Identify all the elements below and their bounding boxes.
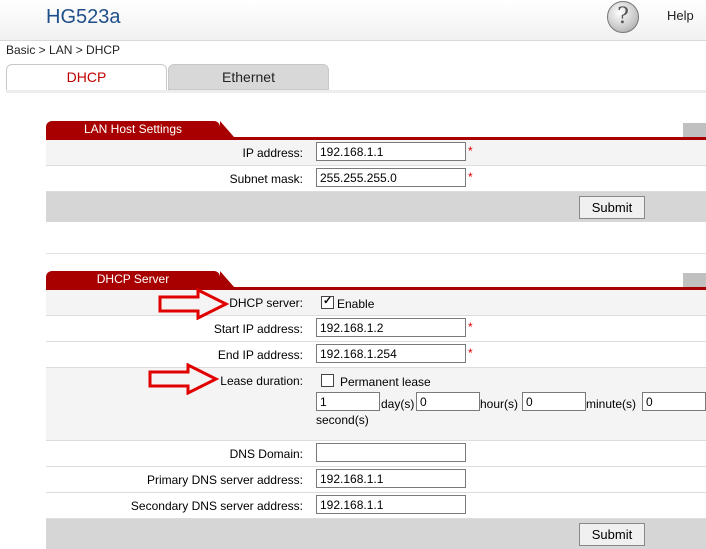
- seconds-input[interactable]: 0: [642, 392, 706, 411]
- section-title: LAN Host Settings: [46, 121, 234, 137]
- primary-dns-row: Primary DNS server address: 192.168.1.1: [46, 467, 706, 493]
- lan-submit-button[interactable]: Submit: [579, 196, 645, 219]
- hours-input[interactable]: 0: [416, 392, 480, 411]
- dns-domain-row: DNS Domain:: [46, 441, 706, 467]
- dns-domain-label: DNS Domain:: [229, 447, 303, 461]
- secondary-dns-input[interactable]: 192.168.1.1: [316, 495, 466, 514]
- annotation-arrow-icon: [148, 363, 220, 395]
- minutes-unit: minute(s): [586, 397, 637, 411]
- required-mark: *: [468, 144, 473, 158]
- primary-dns-label: Primary DNS server address:: [146, 473, 303, 487]
- help-link[interactable]: Help: [667, 8, 694, 23]
- ip-address-row: IP address: 192.168.1.1 *: [46, 140, 706, 166]
- required-mark: *: [468, 320, 473, 334]
- end-ip-label: End IP address:: [217, 348, 303, 362]
- tab-divider: [6, 90, 706, 93]
- days-unit: day(s): [381, 397, 415, 411]
- divider: [46, 253, 706, 254]
- ip-address-label: IP address:: [242, 146, 303, 160]
- primary-dns-input[interactable]: 192.168.1.1: [316, 469, 466, 488]
- end-ip-input[interactable]: 192.168.1.254: [316, 344, 466, 363]
- dhcp-server-section: DHCP Server DHCP server: Enable Start IP…: [46, 271, 706, 549]
- secondary-dns-row: Secondary DNS server address: 192.168.1.…: [46, 493, 706, 519]
- brand-title: HG523a: [46, 6, 121, 28]
- section-corner: [683, 123, 706, 137]
- seconds-unit: second(s): [316, 413, 369, 427]
- required-mark: *: [468, 346, 473, 360]
- required-mark: *: [468, 170, 473, 184]
- permanent-lease-checkbox[interactable]: [321, 374, 334, 387]
- lan-host-settings-section: LAN Host Settings IP address: 192.168.1.…: [46, 121, 706, 222]
- end-ip-row: End IP address: 192.168.1.254 *: [46, 342, 706, 368]
- enable-checkbox[interactable]: [321, 294, 334, 309]
- hours-unit: hour(s): [480, 397, 519, 411]
- annotation-arrow-icon: [158, 288, 230, 320]
- section-corner: [683, 273, 706, 287]
- section-header: LAN Host Settings: [46, 121, 706, 140]
- lease-duration-label: Lease duration:: [220, 374, 303, 388]
- submit-bar: Submit: [46, 192, 706, 222]
- section-header: DHCP Server: [46, 271, 706, 290]
- submit-bar: Submit: [46, 519, 706, 549]
- permanent-lease-label: Permanent lease: [340, 375, 431, 389]
- tab-ethernet[interactable]: Ethernet: [168, 64, 329, 90]
- tab-dhcp[interactable]: DHCP: [6, 64, 167, 91]
- question-mark-icon[interactable]: ?: [607, 1, 639, 33]
- subnet-mask-label: Subnet mask:: [229, 172, 303, 186]
- days-input[interactable]: 1: [316, 392, 380, 411]
- dhcp-submit-button[interactable]: Submit: [579, 523, 645, 546]
- dhcp-server-row: DHCP server: Enable: [46, 290, 706, 316]
- subnet-mask-input[interactable]: 255.255.255.0: [316, 168, 466, 187]
- lease-duration-row: Lease duration: Permanent lease 1 day(s)…: [46, 368, 706, 441]
- ip-address-input[interactable]: 192.168.1.1: [316, 142, 466, 161]
- section-title: DHCP Server: [46, 271, 234, 287]
- breadcrumb: Basic > LAN > DHCP: [6, 43, 121, 57]
- top-header: HG523a ? Help: [0, 0, 706, 41]
- start-ip-label: Start IP address:: [213, 322, 303, 336]
- subnet-mask-row: Subnet mask: 255.255.255.0 *: [46, 166, 706, 192]
- secondary-dns-label: Secondary DNS server address:: [130, 499, 303, 513]
- minutes-input[interactable]: 0: [522, 392, 586, 411]
- start-ip-input[interactable]: 192.168.1.2: [316, 318, 466, 337]
- enable-label: Enable: [337, 297, 375, 311]
- dhcp-server-label: DHCP server:: [229, 296, 303, 310]
- dns-domain-input[interactable]: [316, 443, 466, 462]
- start-ip-row: Start IP address: 192.168.1.2 *: [46, 316, 706, 342]
- lease-time-fields: 1 day(s) 0 hour(s) 0 minute(s) 0 second(…: [46, 390, 706, 440]
